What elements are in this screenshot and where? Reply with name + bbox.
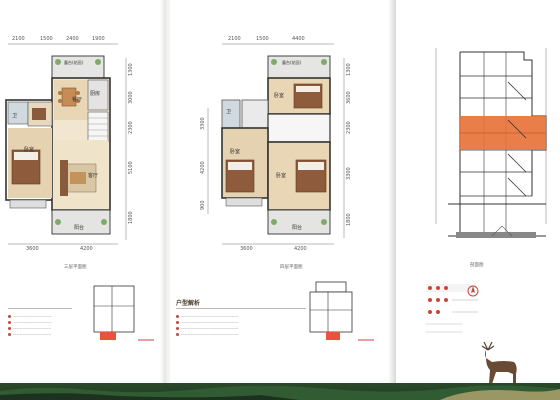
room-kitchen: 厨房 <box>90 91 101 97</box>
room-terrace-top: 露台(花园) <box>282 60 302 65</box>
dim-bottom-2: 4200 <box>294 246 307 252</box>
dim-right-2: 3600 <box>346 91 352 104</box>
room-dining: 餐厅 <box>72 97 83 103</box>
key-plan-3 <box>93 285 154 341</box>
dim-right-2: 3000 <box>128 91 134 104</box>
dim-left-3: 900 <box>200 200 206 210</box>
dim-right-5: 1800 <box>346 213 352 226</box>
room-bedroom: 卧室 <box>24 147 35 153</box>
room-terrace-top: 露台(花园) <box>64 60 84 65</box>
bullet-4: —————————————————— <box>176 332 238 336</box>
dim-right-4: 5100 <box>128 161 134 174</box>
room-terrace-bottom: 阳台 <box>292 225 303 231</box>
bullet-3: —————————————————— <box>176 326 238 330</box>
dim-right-5: 1800 <box>128 211 134 224</box>
room-bedroom-right: 卧室 <box>276 173 287 179</box>
dim-right-1: 1300 <box>128 63 134 76</box>
landscape-silhouette <box>0 385 560 400</box>
floor-plan-3 <box>5 43 127 245</box>
dim-right-1: 1300 <box>346 63 352 76</box>
dim-left-1: 3300 <box>200 117 206 130</box>
section-drawing <box>435 48 547 238</box>
plan-caption: 三层平面图 <box>64 265 87 270</box>
bullet-1: —————————————————— <box>176 314 238 318</box>
room-living: 客厅 <box>88 173 99 179</box>
room-bath: 卫 <box>226 109 232 115</box>
bullet-2: ———————————— <box>8 320 51 324</box>
landscape-footer <box>0 383 560 400</box>
left-page: 2100 1500 2400 1900 1300 3000 2300 5100 … <box>0 0 166 400</box>
bullet-3: ———————————— <box>8 326 51 330</box>
divider <box>8 308 72 309</box>
dim-right-4: 3300 <box>346 167 352 180</box>
dim-bottom-1: 3600 <box>240 246 253 252</box>
dim-right-3: 2300 <box>346 121 352 134</box>
room-terrace-bottom: 阳台 <box>74 225 85 231</box>
dim-left-2: 4200 <box>200 161 206 174</box>
dim-bottom-2: 4200 <box>80 246 93 252</box>
analysis-title: 户型解析 <box>176 300 201 307</box>
dim-right-3: 2300 <box>128 121 134 134</box>
room-bedroom-left: 卧室 <box>230 149 241 155</box>
middle-page: 2100 1500 4400 1300 3600 2300 3300 1800 … <box>170 0 392 400</box>
floor-plan-4 <box>207 43 345 245</box>
bullet-1: ———————————— <box>8 314 51 318</box>
room-bedroom-top: 卧室 <box>274 93 285 99</box>
section-caption: 剖面图 <box>470 263 484 268</box>
right-page: 剖面图 <box>396 0 560 400</box>
plan-caption: 四层平面图 <box>280 265 303 270</box>
bullet-2: —————————————————— <box>176 320 238 324</box>
dim-bottom-1: 3600 <box>26 246 39 252</box>
compass-icon <box>467 285 479 297</box>
divider <box>176 308 306 309</box>
key-plan-4 <box>309 281 374 341</box>
bullet-4: ———————————— <box>8 332 51 336</box>
room-bath: 卫 <box>12 113 18 119</box>
